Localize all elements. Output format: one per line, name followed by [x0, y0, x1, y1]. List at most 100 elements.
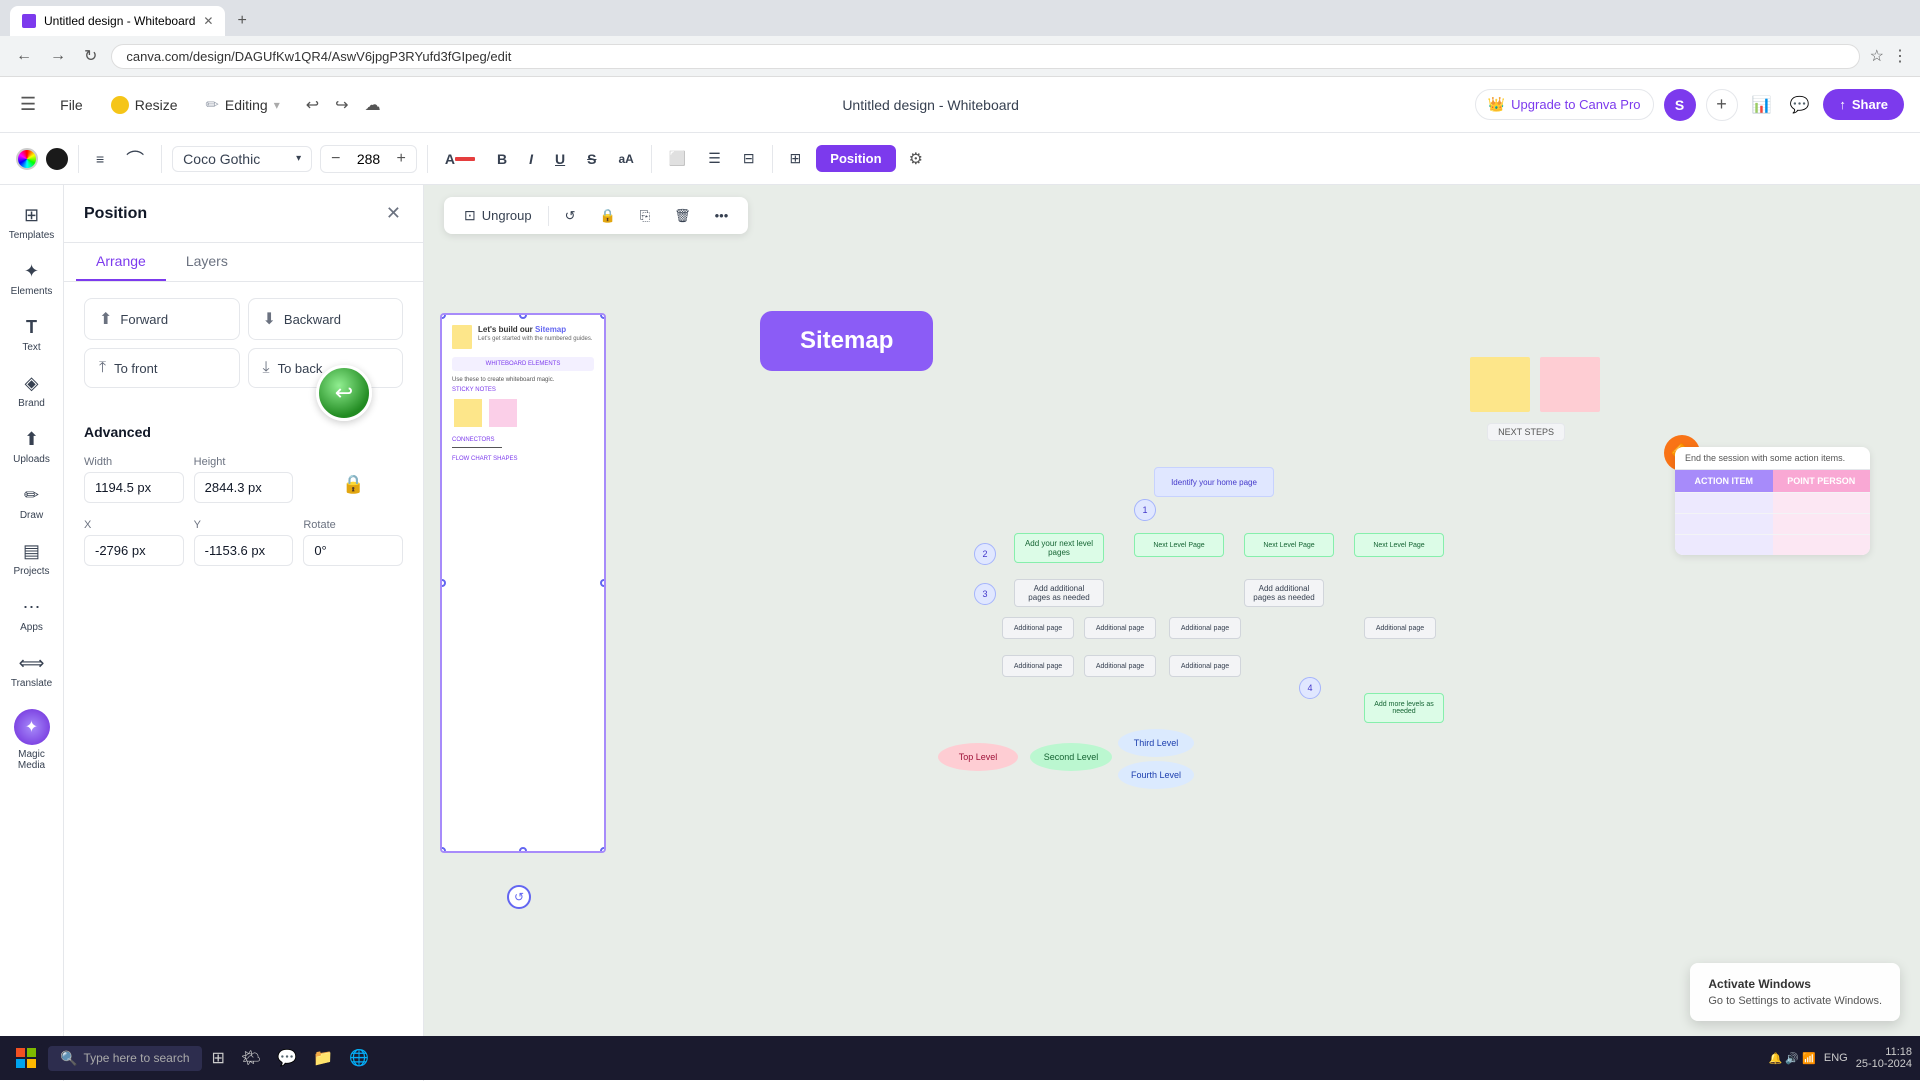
comment-btn[interactable]: 💬 — [1785, 91, 1813, 119]
editing-btn[interactable]: ✏ Editing ▾ — [198, 91, 288, 119]
italic-btn[interactable]: I — [522, 146, 540, 172]
nav-item-magic-media[interactable]: ✦ Magic Media — [4, 701, 60, 779]
text-icon: T — [26, 317, 37, 338]
extensions-btn[interactable]: ⋮ — [1892, 46, 1908, 66]
add-people-btn[interactable]: + — [1706, 89, 1738, 121]
grid-overlay-btn[interactable]: ⊞ — [783, 145, 809, 172]
tab-arrange[interactable]: Arrange — [76, 243, 166, 281]
case-btn[interactable]: aA — [611, 147, 640, 171]
sticky-note-pink-1[interactable] — [1540, 357, 1600, 412]
handle-ml[interactable] — [440, 579, 446, 587]
backward-btn[interactable]: ⬇ Backward — [248, 298, 404, 340]
copy-canvas-btn[interactable]: ⎘ — [632, 204, 658, 228]
nav-item-projects[interactable]: ▤ Projects — [4, 533, 60, 585]
y-input[interactable] — [194, 535, 294, 566]
resize-btn[interactable]: Resize — [103, 92, 186, 118]
forward-btn[interactable]: ⬆ Forward — [84, 298, 240, 340]
magic-media-icon: ✦ — [14, 709, 50, 745]
redo-btn[interactable]: ↪ — [329, 89, 354, 121]
underline-btn[interactable]: U — [548, 146, 572, 172]
delete-canvas-btn[interactable]: 🗑 — [666, 204, 699, 228]
nav-item-apps[interactable]: ⋯ Apps — [4, 589, 60, 641]
add-more-node: Add more levels as needed — [1364, 693, 1444, 723]
edge-btn[interactable]: 🌐 — [343, 1044, 375, 1072]
nav-item-elements[interactable]: ✦ Elements — [4, 253, 60, 305]
new-tab-btn[interactable]: + — [233, 8, 250, 34]
handle-mr[interactable] — [600, 579, 606, 587]
address-bar[interactable] — [111, 44, 1859, 69]
align-btn[interactable]: ⬜ — [662, 145, 693, 172]
nav-item-uploads[interactable]: ⬆ Uploads — [4, 421, 60, 473]
chat-btn[interactable]: 💬 — [271, 1044, 303, 1072]
forward-btn[interactable]: → — [46, 43, 70, 69]
handle-bm[interactable] — [519, 847, 527, 853]
reload-btn[interactable]: ↻ — [80, 42, 101, 70]
font-size-input[interactable] — [349, 151, 389, 167]
taskbar-search[interactable]: 🔍 Type here to search — [48, 1046, 202, 1071]
zoom-btn[interactable]: ☆ — [1870, 46, 1884, 66]
nav-item-brand[interactable]: ◈ Brand — [4, 365, 60, 417]
width-input[interactable] — [84, 472, 184, 503]
back-btn[interactable]: ← — [12, 43, 36, 69]
elements-icon: ✦ — [24, 261, 39, 282]
widgets-btn[interactable]: 🌤 — [235, 1044, 267, 1072]
explorer-btn[interactable]: 📁 — [307, 1044, 339, 1072]
refresh-btn[interactable]: ↺ — [557, 204, 584, 228]
bold-btn[interactable]: B — [490, 146, 514, 172]
cloud-btn[interactable]: ☁ — [359, 89, 387, 121]
font-size-increase-btn[interactable]: + — [393, 148, 410, 170]
width-label: Width — [84, 456, 184, 468]
ungroup-btn[interactable]: ⊡ Ungroup — [456, 203, 540, 228]
lock-canvas-btn[interactable]: 🔒 — [592, 204, 624, 228]
position-active-btn[interactable]: Position — [816, 145, 895, 172]
wb-connector — [452, 447, 502, 448]
nav-item-templates[interactable]: ⊞ Templates — [4, 197, 60, 249]
start-btn[interactable] — [8, 1044, 44, 1072]
to-front-btn[interactable]: ⤒ To front — [84, 348, 240, 388]
more-canvas-btn[interactable]: ••• — [707, 204, 737, 227]
layers-avatar[interactable]: ↩ — [316, 365, 372, 421]
line-style-btn[interactable]: ≡ — [89, 146, 111, 172]
resize-icon — [111, 96, 129, 114]
active-tab[interactable]: Untitled design - Whiteboard ✕ — [10, 6, 225, 36]
x-input[interactable] — [84, 535, 184, 566]
font-size-decrease-btn[interactable]: − — [327, 148, 344, 170]
nav-item-translate[interactable]: ⟺ Translate — [4, 645, 60, 697]
whiteboard-frame[interactable]: Let's build our Sitemap Let's get starte… — [440, 313, 606, 853]
bullets-btn[interactable]: ☰ — [701, 145, 728, 172]
analytics-btn[interactable]: 📊 — [1748, 91, 1776, 119]
font-selector[interactable]: Coco Gothic ▾ — [172, 146, 312, 172]
action-table-header: End the session with some action items. — [1675, 447, 1870, 470]
text-color-btn[interactable]: A — [438, 147, 482, 171]
color-picker-btn[interactable] — [16, 148, 38, 170]
undo-btn[interactable]: ↩ — [300, 89, 325, 121]
strikethrough-btn[interactable]: S — [580, 146, 603, 172]
taskview-btn[interactable]: ⊞ — [206, 1044, 231, 1072]
tab-layers[interactable]: Layers — [166, 243, 248, 281]
avatar-btn[interactable]: S — [1664, 89, 1696, 121]
handle-tr[interactable] — [600, 313, 606, 319]
filter-btn[interactable]: ⚙ — [904, 144, 928, 174]
x-field-group: X — [84, 519, 184, 566]
handle-bl[interactable] — [440, 847, 446, 853]
canvas-area[interactable]: ⊡ Ungroup ↺ 🔒 ⎘ 🗑 ••• — [424, 185, 1920, 1081]
upgrade-btn[interactable]: 👑 Upgrade to Canva Pro — [1475, 89, 1654, 120]
corner-style-btn[interactable]: ⌒ — [119, 141, 151, 177]
height-input[interactable] — [194, 472, 294, 503]
rotate-input[interactable] — [303, 535, 403, 566]
stroke-color-btn[interactable] — [46, 148, 68, 170]
indent-btn[interactable]: ⊟ — [736, 145, 762, 172]
panel-close-btn[interactable]: ✕ — [384, 201, 403, 226]
share-btn[interactable]: ↑ Share — [1823, 89, 1904, 120]
divider-5 — [772, 145, 773, 173]
nav-item-text[interactable]: T Text — [4, 309, 60, 361]
rotate-handle[interactable]: ↺ — [507, 885, 531, 909]
nav-item-draw[interactable]: ✏ Draw — [4, 477, 60, 529]
lock-icon[interactable]: 🔒 — [342, 474, 364, 495]
file-btn[interactable]: File — [52, 93, 91, 117]
menu-btn[interactable]: ☰ — [16, 90, 40, 119]
sticky-note-yellow-1[interactable] — [1470, 357, 1530, 412]
tab-close-btn[interactable]: ✕ — [203, 14, 213, 28]
action-cell-2a — [1675, 514, 1773, 534]
handle-br[interactable] — [600, 847, 606, 853]
